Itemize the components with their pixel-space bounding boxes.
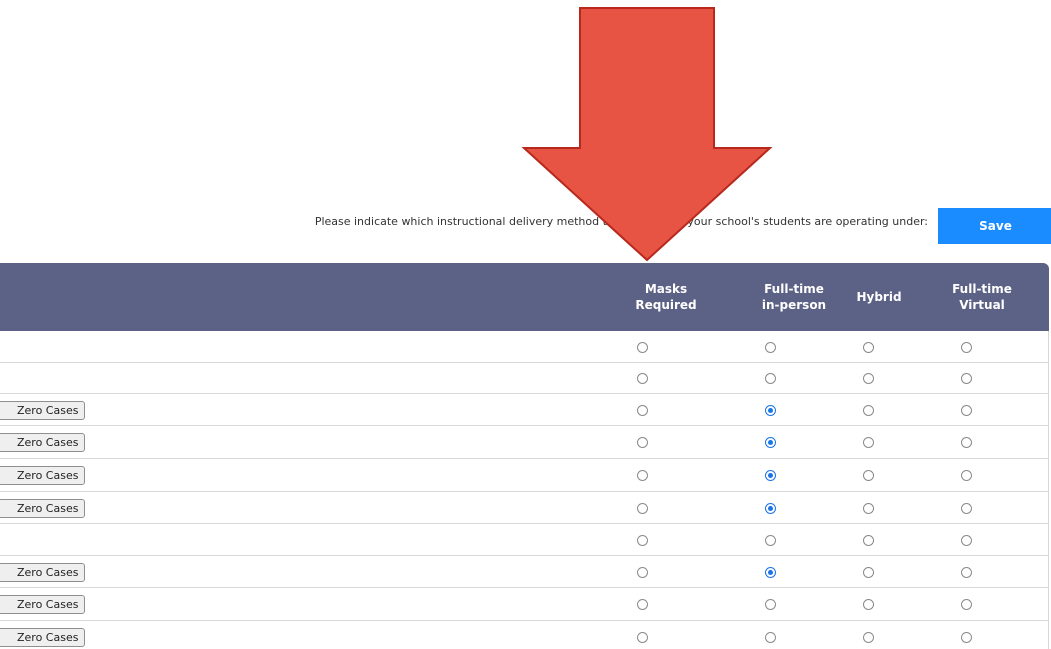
full-time-in-person-radio[interactable] — [765, 405, 776, 416]
full-time-virtual-radio[interactable] — [961, 373, 972, 384]
masks-required-radio[interactable] — [637, 599, 648, 610]
masks-required-radio[interactable] — [637, 405, 648, 416]
save-button[interactable]: Save — [938, 208, 1051, 244]
hybrid-radio[interactable] — [863, 599, 874, 610]
zero-cases-button[interactable]: Zero Cases — [0, 628, 86, 647]
table-row: Zero Cases — [0, 394, 1049, 426]
page: Please indicate which instructional deli… — [0, 0, 1051, 649]
full-time-in-person-radio[interactable] — [765, 342, 776, 353]
hybrid-radio[interactable] — [863, 567, 874, 578]
masks-required-radio[interactable] — [637, 470, 648, 481]
instruction-text: Please indicate which instructional deli… — [314, 215, 928, 228]
full-time-virtual-radio[interactable] — [961, 599, 972, 610]
column-header-full-time-virtual: Full-time Virtual — [952, 282, 1012, 312]
grid-header: Masks Required Full-time in-person Hybrid … — [0, 263, 1049, 331]
full-time-virtual-radio[interactable] — [961, 342, 972, 353]
zero-cases-button[interactable]: Zero Cases — [0, 433, 86, 452]
hybrid-radio[interactable] — [863, 535, 874, 546]
full-time-in-person-radio[interactable] — [765, 632, 776, 643]
full-time-virtual-radio[interactable] — [961, 632, 972, 643]
full-time-in-person-radio[interactable] — [765, 567, 776, 578]
zero-cases-button[interactable]: Zero Cases — [0, 595, 86, 614]
hybrid-radio[interactable] — [863, 632, 874, 643]
hybrid-radio[interactable] — [863, 342, 874, 353]
column-header-hybrid: Hybrid — [856, 290, 902, 304]
table-row: Zero Cases — [0, 588, 1049, 621]
table-row — [0, 363, 1049, 394]
full-time-in-person-radio[interactable] — [765, 437, 776, 448]
hybrid-radio[interactable] — [863, 437, 874, 448]
full-time-in-person-radio[interactable] — [765, 535, 776, 546]
masks-required-radio[interactable] — [637, 535, 648, 546]
zero-cases-button[interactable]: Zero Cases — [0, 401, 86, 420]
full-time-in-person-radio[interactable] — [765, 373, 776, 384]
full-time-virtual-radio[interactable] — [961, 405, 972, 416]
table-row — [0, 524, 1049, 556]
masks-required-radio[interactable] — [637, 373, 648, 384]
full-time-virtual-radio[interactable] — [961, 535, 972, 546]
table-row: Zero Cases — [0, 459, 1049, 492]
zero-cases-button[interactable]: Zero Cases — [0, 499, 86, 518]
hybrid-radio[interactable] — [863, 405, 874, 416]
table-row — [0, 331, 1049, 363]
zero-cases-button[interactable]: Zero Cases — [0, 563, 86, 582]
masks-required-radio[interactable] — [637, 567, 648, 578]
masks-required-radio[interactable] — [637, 437, 648, 448]
masks-required-radio[interactable] — [637, 342, 648, 353]
full-time-virtual-radio[interactable] — [961, 503, 972, 514]
table-row: Zero Cases — [0, 621, 1049, 649]
full-time-virtual-radio[interactable] — [961, 437, 972, 448]
full-time-in-person-radio[interactable] — [765, 503, 776, 514]
zero-cases-button[interactable]: Zero Cases — [0, 466, 86, 485]
hybrid-radio[interactable] — [863, 470, 874, 481]
full-time-in-person-radio[interactable] — [765, 599, 776, 610]
full-time-virtual-radio[interactable] — [961, 567, 972, 578]
hybrid-radio[interactable] — [863, 373, 874, 384]
table-row: Zero Cases — [0, 556, 1049, 588]
grid-body: Zero Cases Zero Cases Zero Cases Zero Cases… — [0, 331, 1049, 649]
table-row: Zero Cases — [0, 426, 1049, 459]
masks-required-radio[interactable] — [637, 632, 648, 643]
hybrid-radio[interactable] — [863, 503, 874, 514]
table-row: Zero Cases — [0, 492, 1049, 524]
masks-required-radio[interactable] — [637, 503, 648, 514]
column-header-masks-required: Masks Required — [635, 282, 697, 312]
full-time-in-person-radio[interactable] — [765, 470, 776, 481]
column-header-full-time-in-person: Full-time in-person — [761, 282, 827, 312]
full-time-virtual-radio[interactable] — [961, 470, 972, 481]
